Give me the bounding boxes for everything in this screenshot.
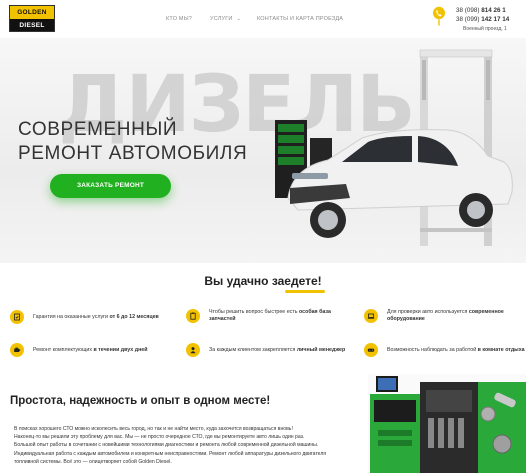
- hero-title-line1: СОВРЕМЕННЫЙ: [18, 119, 178, 140]
- feature-text-bold: в комнате отдыха: [477, 346, 525, 353]
- feature-text-pre: Гарантия на оказанные услуги: [33, 313, 110, 320]
- hero-title: СОВРЕМЕННЫЙ РЕМОНТ АВТОМОБИЛЯ: [18, 118, 247, 166]
- about-line: Большой опыт работы в сочетании с новейш…: [14, 442, 319, 449]
- feature-equipment: Для проверки авто используется современн…: [364, 309, 524, 323]
- feature-text-pre: Чтобы решить вопрос быстрее есть: [209, 309, 299, 315]
- chevron-down-icon[interactable]: ⌄: [237, 16, 241, 22]
- phone-1-number: 814 26 1: [481, 7, 506, 14]
- about-text: В поисках хорошего СТО можно исколесить …: [14, 425, 364, 466]
- feature-text: Возможность наблюдать за работой в комна…: [387, 347, 525, 354]
- feature-warranty: Гарантия на оказанные услуги от 6 до 12 …: [10, 310, 185, 324]
- feature-rest-room: Возможность наблюдать за работой в комна…: [364, 343, 526, 357]
- feature-text-pre: Для проверки авто используется: [387, 309, 469, 315]
- feature-parts-base: Чтобы решить вопрос быстрее есть особая …: [186, 309, 361, 323]
- feature-text-bold: личный менеджер: [296, 346, 346, 353]
- manager-icon: [186, 343, 200, 357]
- feature-repair-time: Ремонт комплектующих в течении двух дней: [10, 343, 185, 357]
- address: Военный проезд, 1: [463, 26, 507, 32]
- car-lift-image: [275, 49, 513, 246]
- diagnostic-machine-image: [368, 374, 526, 473]
- phone-1-prefix: 38 (098): [456, 7, 480, 14]
- about-line: В поисках хорошего СТО можно исколесить …: [14, 426, 293, 432]
- feature-text-pre: Возможность наблюдать за работой: [387, 346, 478, 353]
- document-check-icon: [10, 310, 24, 324]
- about-line: Наконец-то мы решили эту проблему для ва…: [14, 434, 305, 441]
- nav-item-services[interactable]: УСЛУГИ: [210, 16, 233, 22]
- feature-text: Для проверки авто используется современн…: [387, 309, 522, 323]
- feature-text: Чтобы решить вопрос быстрее есть особая …: [209, 309, 349, 323]
- feature-text: Ремонт комплектующих в течении двух дней: [33, 347, 147, 354]
- header: GOLDEN DIESEL КТО МЫ? УСЛУГИ ⌄ КОНТАКТЫ …: [0, 0, 526, 38]
- laptop-icon: [364, 309, 378, 323]
- order-repair-button[interactable]: ЗАКАЗАТЬ РЕМОНТ: [50, 174, 171, 198]
- feature-text-bold: в течении двух дней: [93, 346, 148, 353]
- nav-item-about[interactable]: КТО МЫ?: [166, 16, 192, 22]
- hero-title-line2: РЕМОНТ АВТОМОБИЛЯ: [18, 143, 248, 164]
- hero: ДИЗЕЛЬ СОВРЕМЕННЫЙ РЕМОНТ АВТОМОБИЛЯ ЗАК…: [0, 38, 526, 263]
- phone-2[interactable]: 38 (099) 142 17 14: [456, 15, 509, 24]
- phone-1[interactable]: 38 (098) 814 26 1: [456, 6, 509, 15]
- phone-2-number: 142 17 14: [481, 16, 510, 23]
- feature-text: Гарантия на оказанные услуги от 6 до 12 …: [33, 314, 159, 321]
- page: GOLDEN DIESEL КТО МЫ? УСЛУГИ ⌄ КОНТАКТЫ …: [0, 0, 526, 473]
- features-title: Вы удачно заедете!: [204, 274, 322, 288]
- logo-line1: GOLDEN: [10, 6, 54, 19]
- about-line: Индивидуальная работа с каждым автомобил…: [14, 450, 327, 457]
- feature-text-pre: За каждым клиентом закрепляется: [209, 346, 297, 353]
- nav-item-contacts[interactable]: КОНТАКТЫ И КАРТА ПРОЕЗДА: [257, 16, 343, 22]
- clipboard-icon: [186, 309, 200, 323]
- gamepad-icon: [364, 343, 378, 357]
- phone-numbers: 38 (098) 814 26 1 38 (099) 142 17 14: [456, 6, 509, 24]
- main-nav: КТО МЫ? УСЛУГИ ⌄ КОНТАКТЫ И КАРТА ПРОЕЗД…: [166, 16, 343, 22]
- feature-text-bold: от 6 до 12 месяцев: [109, 313, 159, 320]
- feature-text: За каждым клиентом закрепляется личный м…: [209, 347, 345, 354]
- engine-icon: [10, 343, 24, 357]
- phone-2-prefix: 38 (099): [456, 16, 480, 23]
- about-title: Простота, надежность и опыт в одном мест…: [10, 395, 271, 407]
- logo[interactable]: GOLDEN DIESEL: [9, 5, 55, 32]
- about-line: топливной системы. Всё это — олицетворяе…: [14, 458, 172, 465]
- logo-line2: DIESEL: [19, 22, 45, 29]
- title-underline: [285, 290, 325, 293]
- feature-text-pre: Ремонт комплектующих: [33, 346, 94, 353]
- phone-icon[interactable]: [432, 6, 446, 26]
- feature-manager: За каждым клиентом закрепляется личный м…: [186, 343, 361, 357]
